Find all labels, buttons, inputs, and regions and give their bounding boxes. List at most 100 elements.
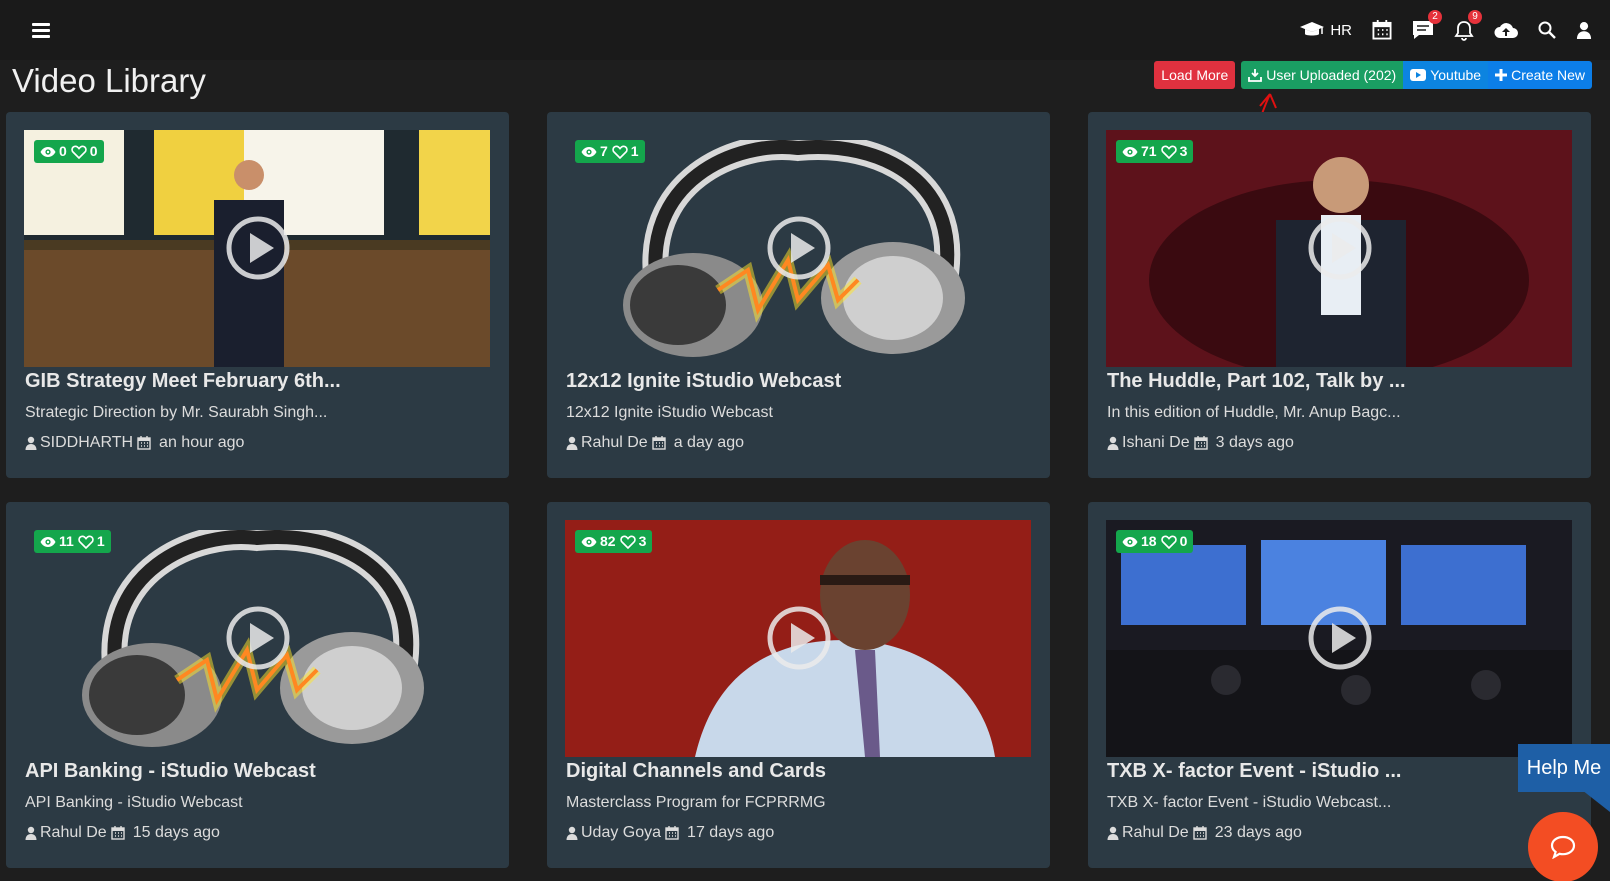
- action-toolbar: Load More User Uploaded (202) Youtube Cr…: [1154, 61, 1592, 89]
- top-navbar: HR 2 9: [0, 0, 1610, 60]
- video-meta: Rahul De 23 days ago: [1107, 824, 1302, 842]
- user-icon: [25, 436, 37, 450]
- help-me-button[interactable]: Help Me: [1518, 744, 1610, 792]
- cloud-upload-icon: [1494, 23, 1518, 38]
- video-title[interactable]: TXB X- factor Event - iStudio ...: [1107, 760, 1401, 783]
- role-switcher[interactable]: HR: [1299, 21, 1352, 39]
- stats-badge: 18 0: [1116, 530, 1194, 553]
- messages-badge: 2: [1428, 10, 1442, 24]
- chat-launcher-button[interactable]: [1528, 812, 1598, 881]
- top-nav-icons: HR 2 9: [1279, 0, 1592, 60]
- profile-button[interactable]: [1576, 21, 1592, 39]
- create-new-label: Create New: [1511, 67, 1585, 83]
- calendar-icon: [1194, 436, 1208, 450]
- user-uploaded-button[interactable]: User Uploaded (202): [1241, 61, 1404, 89]
- video-description: 12x12 Ignite iStudio Webcast: [566, 404, 773, 421]
- download-icon: [1248, 68, 1263, 82]
- like-count: 1: [96, 533, 105, 549]
- like-count: 3: [1179, 143, 1188, 159]
- view-count: 7: [600, 143, 608, 159]
- video-thumbnail[interactable]: 82 3: [565, 520, 1031, 757]
- chat-bubble-icon: [1550, 835, 1576, 859]
- calendar-button[interactable]: [1372, 20, 1392, 40]
- user-icon: [1107, 436, 1119, 450]
- video-card[interactable]: 71 3 The Huddle, Part 102, Talk by ... I…: [1088, 112, 1591, 478]
- video-meta: Rahul De a day ago: [566, 434, 744, 452]
- play-icon[interactable]: [1307, 605, 1373, 671]
- notifications-button[interactable]: 9: [1454, 9, 1482, 41]
- help-tooltip-tail: [1582, 790, 1610, 812]
- video-title[interactable]: The Huddle, Part 102, Talk by ...: [1107, 370, 1406, 393]
- play-icon[interactable]: [766, 605, 832, 671]
- video-description: In this edition of Huddle, Mr. Anup Bagc…: [1107, 404, 1401, 421]
- upload-button[interactable]: [1494, 21, 1518, 39]
- video-card[interactable]: 0 0 GIB Strategy Meet February 6th... St…: [6, 112, 509, 478]
- video-thumbnail[interactable]: 71 3: [1106, 130, 1572, 367]
- video-description: TXB X- factor Event - iStudio Webcast...: [1107, 794, 1392, 811]
- video-thumbnail[interactable]: 7 1: [565, 130, 1031, 367]
- video-title[interactable]: Digital Channels and Cards: [566, 760, 826, 783]
- calendar-icon: [1193, 826, 1207, 840]
- video-title[interactable]: 12x12 Ignite iStudio Webcast: [566, 370, 841, 393]
- video-meta: Uday Goya 17 days ago: [566, 824, 774, 842]
- stats-badge: 82 3: [575, 530, 653, 553]
- video-author: Rahul De: [40, 824, 107, 841]
- heart-icon: [1161, 145, 1177, 159]
- video-description: Strategic Direction by Mr. Saurabh Singh…: [25, 404, 328, 421]
- like-count: 3: [638, 533, 647, 549]
- stats-badge: 71 3: [1116, 140, 1194, 163]
- view-count: 18: [1141, 533, 1157, 549]
- user-icon: [566, 436, 578, 450]
- search-icon: [1538, 21, 1556, 39]
- notifications-badge: 9: [1468, 9, 1482, 24]
- video-card[interactable]: 11 1 API Banking - iStudio Webcast API B…: [6, 502, 509, 868]
- video-thumbnail[interactable]: 18 0: [1106, 520, 1572, 757]
- eye-icon: [40, 536, 56, 548]
- video-description: Masterclass Program for FCPRRMG: [566, 794, 826, 811]
- play-icon[interactable]: [225, 605, 291, 671]
- heart-icon: [71, 145, 87, 159]
- plus-icon: [1495, 69, 1508, 81]
- video-card[interactable]: 7 1 12x12 Ignite iStudio Webcast 12x12 I…: [547, 112, 1050, 478]
- stats-badge: 0 0: [34, 140, 104, 163]
- play-icon[interactable]: [1307, 215, 1373, 281]
- video-meta: Rahul De 15 days ago: [25, 824, 220, 842]
- eye-icon: [1122, 536, 1138, 548]
- calendar-icon: [111, 826, 125, 840]
- video-card[interactable]: 82 3 Digital Channels and Cards Mastercl…: [547, 502, 1050, 868]
- video-thumbnail[interactable]: 11 1: [24, 520, 490, 757]
- create-new-button[interactable]: Create New: [1488, 61, 1592, 89]
- calendar-icon: [1372, 20, 1392, 40]
- video-author: Rahul De: [1122, 824, 1189, 841]
- video-thumbnail[interactable]: 0 0: [24, 130, 490, 367]
- video-author: Uday Goya: [581, 824, 662, 841]
- video-title[interactable]: API Banking - iStudio Webcast: [25, 760, 316, 783]
- video-time: 17 days ago: [687, 824, 775, 841]
- calendar-icon: [137, 436, 151, 450]
- video-author: SIDDHARTH: [40, 434, 134, 451]
- user-icon: [566, 826, 578, 840]
- video-title[interactable]: GIB Strategy Meet February 6th...: [25, 370, 341, 393]
- eye-icon: [581, 536, 597, 548]
- user-uploaded-label: User Uploaded (202): [1266, 67, 1397, 83]
- search-button[interactable]: [1538, 21, 1556, 39]
- like-count: 0: [1179, 533, 1188, 549]
- stats-badge: 7 1: [575, 140, 645, 163]
- like-count: 1: [630, 143, 639, 159]
- load-more-button[interactable]: Load More: [1154, 61, 1236, 89]
- play-icon[interactable]: [225, 215, 291, 281]
- play-icon[interactable]: [766, 215, 832, 281]
- youtube-button[interactable]: Youtube: [1403, 61, 1489, 89]
- like-count: 0: [89, 143, 98, 159]
- calendar-icon: [652, 436, 666, 450]
- heart-icon: [620, 535, 636, 549]
- eye-icon: [1122, 146, 1138, 158]
- calendar-icon: [665, 826, 679, 840]
- messages-button[interactable]: 2: [1412, 10, 1442, 40]
- view-count: 71: [1141, 143, 1157, 159]
- video-time: a day ago: [673, 434, 744, 451]
- stats-badge: 11 1: [34, 530, 111, 553]
- video-card[interactable]: 18 0 TXB X- factor Event - iStudio ... T…: [1088, 502, 1591, 868]
- video-description: API Banking - iStudio Webcast: [25, 794, 243, 811]
- hamburger-menu-icon[interactable]: [32, 23, 50, 38]
